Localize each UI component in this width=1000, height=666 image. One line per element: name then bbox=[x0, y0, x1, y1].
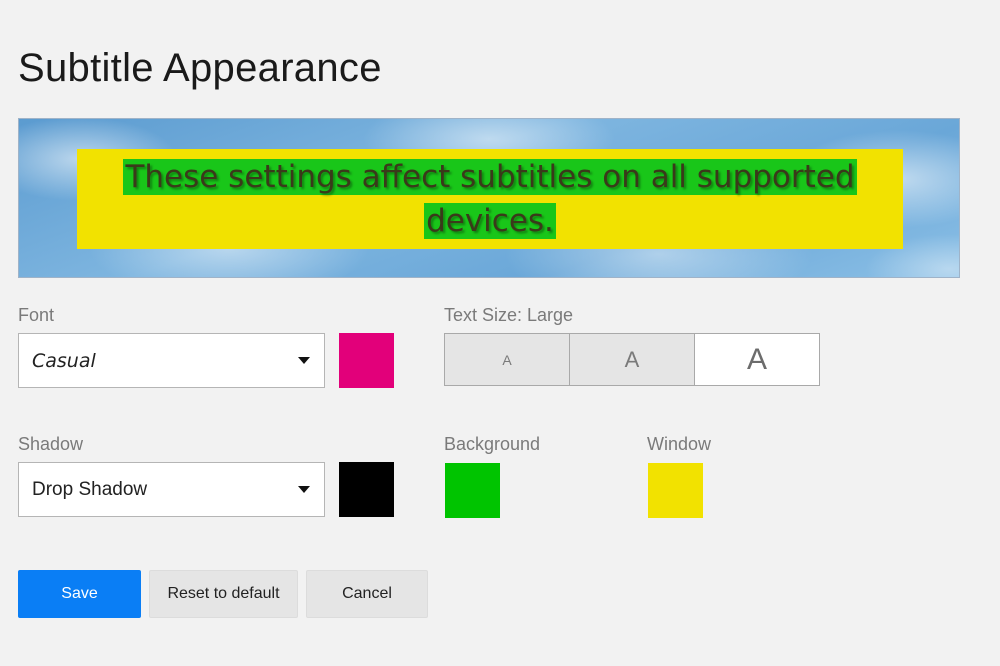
window-label: Window bbox=[647, 434, 712, 454]
save-button[interactable]: Save bbox=[18, 570, 141, 618]
subtitle-preview: These settings affect subtitles on all s… bbox=[18, 118, 960, 278]
caption-text-container: These settings affect subtitles on all s… bbox=[107, 155, 873, 243]
text-size-medium-button[interactable]: A bbox=[570, 334, 695, 385]
reset-to-default-button[interactable]: Reset to default bbox=[149, 570, 298, 618]
text-size-label: Text Size: Large bbox=[444, 305, 574, 325]
text-size-small-label: A bbox=[502, 351, 512, 368]
font-color-swatch[interactable] bbox=[339, 333, 394, 388]
chevron-down-icon bbox=[298, 357, 310, 364]
shadow-select-value: Drop Shadow bbox=[32, 478, 148, 500]
text-size-selector: A A A bbox=[444, 333, 820, 386]
subtitle-appearance-page: Subtitle Appearance These settings affec… bbox=[0, 0, 1000, 666]
page-title: Subtitle Appearance bbox=[18, 46, 382, 90]
font-label: Font bbox=[18, 305, 55, 325]
text-size-small-button[interactable]: A bbox=[445, 334, 570, 385]
save-button-label: Save bbox=[61, 585, 98, 602]
font-select[interactable]: Casual bbox=[18, 333, 325, 388]
cancel-button[interactable]: Cancel bbox=[306, 570, 428, 618]
font-select-value: Casual bbox=[32, 349, 96, 372]
text-size-large-button[interactable]: A bbox=[695, 334, 819, 385]
shadow-select[interactable]: Drop Shadow bbox=[18, 462, 325, 517]
background-label: Background bbox=[444, 434, 541, 454]
background-color-swatch[interactable] bbox=[445, 463, 500, 518]
cancel-button-label: Cancel bbox=[342, 585, 392, 602]
reset-button-label: Reset to default bbox=[167, 585, 280, 602]
shadow-label: Shadow bbox=[18, 434, 84, 454]
chevron-down-icon bbox=[298, 486, 310, 493]
text-size-medium-label: A bbox=[624, 346, 640, 372]
shadow-color-swatch[interactable] bbox=[339, 462, 394, 517]
window-color-swatch[interactable] bbox=[648, 463, 703, 518]
caption-window: These settings affect subtitles on all s… bbox=[77, 149, 903, 249]
preview-caption: These settings affect subtitles on all s… bbox=[123, 159, 857, 239]
text-size-large-label: A bbox=[746, 342, 767, 376]
